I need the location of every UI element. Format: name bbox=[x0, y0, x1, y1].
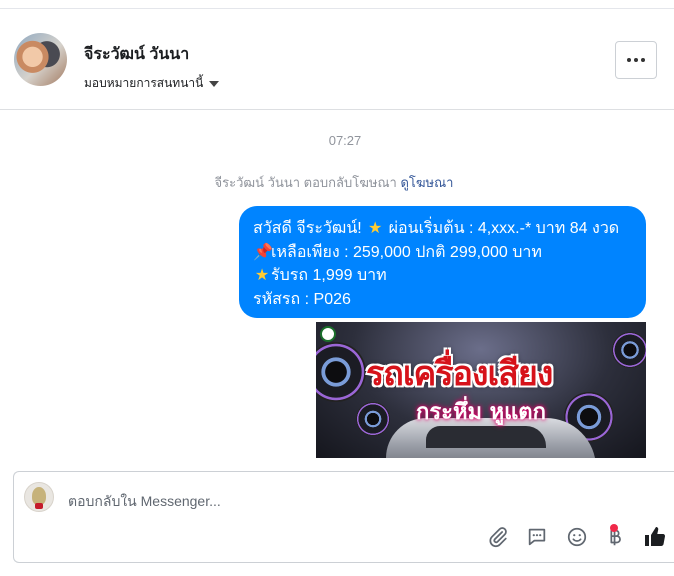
ad-reply-text: จีระวัฒน์ วันนา ตอบกลับโฆษณา bbox=[214, 175, 397, 190]
message-line-text: รหัสรถ : P026 bbox=[253, 290, 351, 308]
contact-avatar[interactable] bbox=[14, 33, 67, 86]
message-line-text: รับรถ 1,999 บาท bbox=[271, 267, 387, 284]
conversation-header: จีระวัฒน์ วันนา มอบหมายการสนทนานี้ bbox=[0, 8, 674, 110]
reply-input[interactable]: ตอบกลับใน Messenger... bbox=[68, 491, 221, 513]
car-window-graphic bbox=[426, 426, 546, 448]
speaker-graphic bbox=[356, 402, 390, 436]
caret-down-icon bbox=[209, 80, 220, 87]
star-icon: ★ bbox=[254, 267, 270, 284]
notification-dot-icon bbox=[610, 524, 618, 532]
ad-reply-note: จีระวัฒน์ วันนา ตอบกลับโฆษณา ดูโฆษณา bbox=[0, 172, 668, 193]
message-line: รหัสรถ : P026 bbox=[253, 288, 634, 312]
smiley-icon[interactable] bbox=[564, 524, 590, 550]
view-ad-link[interactable]: ดูโฆษณา bbox=[400, 175, 453, 190]
speaker-graphic bbox=[316, 342, 366, 402]
star-icon: ★ bbox=[368, 220, 383, 237]
message-line: ★ รับรถ 1,999 บาท bbox=[253, 264, 634, 288]
dot-icon bbox=[641, 58, 645, 62]
assign-conversation-label: มอบหมายการสนทนานี้ bbox=[84, 76, 204, 90]
message-timestamp: 07:27 bbox=[328, 133, 362, 148]
assign-conversation-dropdown[interactable]: มอบหมายการสนทนานี้ bbox=[84, 74, 220, 93]
contact-name[interactable]: จีระวัฒน์ วันนา bbox=[84, 42, 189, 67]
paperclip-icon[interactable] bbox=[485, 524, 511, 550]
ad-headline: รถเครื่องเสียง bbox=[366, 354, 553, 394]
page-avatar bbox=[24, 482, 54, 512]
pushpin-icon: 📌 bbox=[253, 243, 273, 261]
message-bubble[interactable]: สวัสดี จีระวัฒน์! ★ ผ่อนเริ่มต้น : 4,xxx… bbox=[239, 206, 646, 318]
message-line-text: เหลือเพียง : 259,000 ปกติ 299,000 บาท bbox=[271, 243, 542, 261]
ad-image-attachment[interactable]: รถเครื่องเสียง กระหึ่ม หูแตก bbox=[316, 322, 646, 458]
message-line-text: ผ่อนเริ่มต้น : 4,xxx.-* บาท 84 งวด bbox=[388, 220, 620, 237]
speech-bubble-icon[interactable] bbox=[524, 524, 550, 550]
more-options-button[interactable] bbox=[615, 41, 657, 79]
mascot-base-icon bbox=[35, 503, 43, 509]
thumbs-up-icon[interactable] bbox=[642, 524, 668, 550]
message-line-text: สวัสดี จีระวัฒน์! bbox=[253, 220, 367, 237]
ad-subheadline: กระหึ่ม หูแตก bbox=[416, 400, 546, 425]
dot-icon bbox=[634, 58, 638, 62]
message-line: สวัสดี จีระวัฒน์! ★ ผ่อนเริ่มต้น : 4,xxx… bbox=[253, 217, 634, 241]
dot-icon bbox=[627, 58, 631, 62]
message-composer: ตอบกลับใน Messenger... bbox=[13, 471, 674, 563]
message-line: 📌เหลือเพียง : 259,000 ปกติ 299,000 บาท bbox=[253, 241, 634, 265]
dealer-logo-icon bbox=[320, 326, 336, 342]
